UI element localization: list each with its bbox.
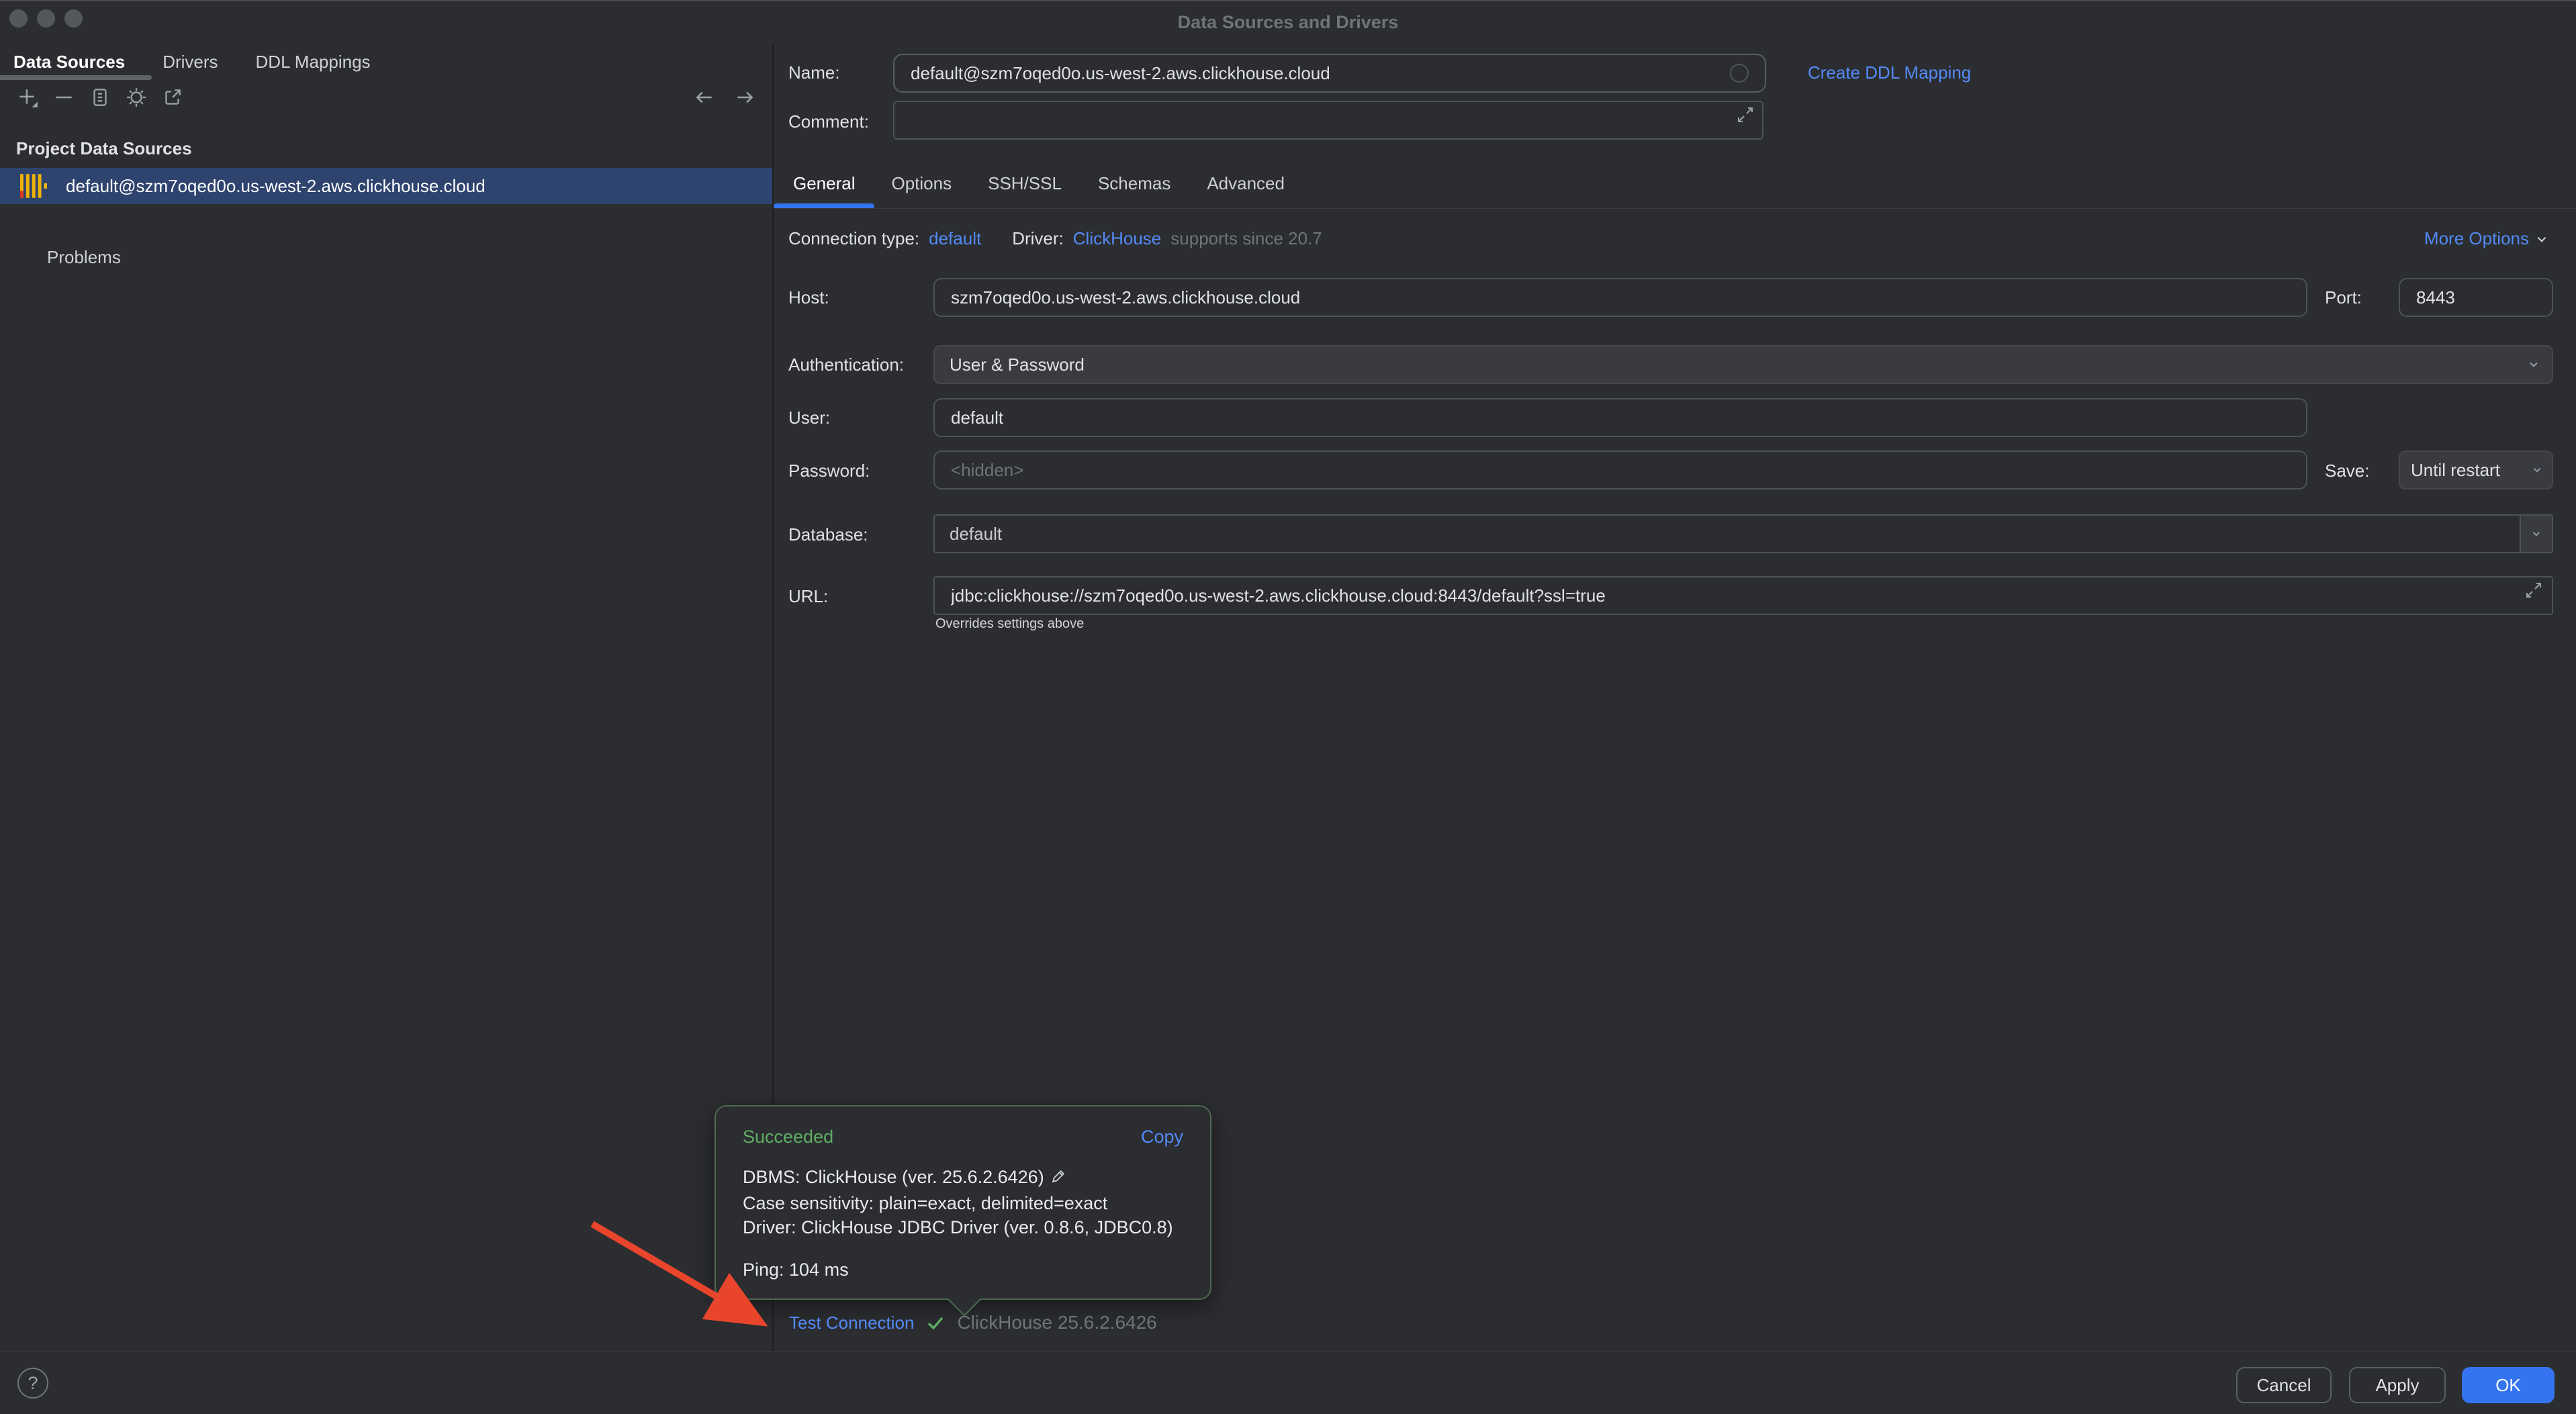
left-panel-tabs: Data Sources Drivers DDL Mappings <box>0 44 371 79</box>
expand-url-icon[interactable] <box>2524 580 2544 600</box>
name-sync-icon[interactable] <box>1730 64 1749 83</box>
cancel-button[interactable]: Cancel <box>2236 1367 2332 1403</box>
titlebar: Data Sources and Drivers <box>0 0 2576 44</box>
password-input[interactable] <box>933 451 2307 489</box>
save-label: Save: <box>2325 461 2370 481</box>
plus-icon[interactable] <box>16 86 39 109</box>
database-label: Database: <box>788 524 868 545</box>
driver-label: Driver: <box>1012 228 1064 249</box>
project-data-sources-header: Project Data Sources <box>16 138 192 159</box>
edit-pencil-icon[interactable] <box>1050 1169 1067 1189</box>
tab-data-sources[interactable]: Data Sources <box>13 52 125 73</box>
connection-type-row: Connection type: default Driver: ClickHo… <box>788 228 1322 249</box>
chevron-down-icon <box>2529 462 2545 478</box>
status-succeeded: Succeeded <box>743 1127 833 1147</box>
tab-advanced[interactable]: Advanced <box>1207 173 1285 194</box>
problems-item[interactable]: Problems <box>47 247 121 268</box>
url-label: URL: <box>788 586 828 607</box>
chevron-down-icon <box>2533 230 2550 248</box>
export-icon[interactable] <box>161 86 184 109</box>
test-connection-link[interactable]: Test Connection <box>789 1313 914 1333</box>
port-input[interactable] <box>2399 278 2553 317</box>
arrow-left-icon[interactable] <box>693 86 716 109</box>
save-select[interactable]: Until restart <box>2399 451 2553 489</box>
left-panel <box>0 44 772 1351</box>
name-input[interactable] <box>893 54 1766 93</box>
authentication-select[interactable]: User & Password <box>933 345 2553 384</box>
comment-label: Comment: <box>788 111 869 132</box>
tab-ssh-ssl[interactable]: SSH/SSL <box>988 173 1062 194</box>
database-combobox[interactable]: default <box>933 514 2553 553</box>
form-tabs-divider <box>774 208 2576 209</box>
apply-button[interactable]: Apply <box>2349 1367 2446 1403</box>
tab-drivers[interactable]: Drivers <box>163 52 218 73</box>
connection-status-text: ClickHouse 25.6.2.6426 <box>957 1312 1156 1333</box>
tab-schemas[interactable]: Schemas <box>1098 173 1170 194</box>
host-input[interactable] <box>933 278 2307 317</box>
password-label: Password: <box>788 461 870 481</box>
driver-line: Driver: ClickHouse JDBC Driver (ver. 0.8… <box>743 1215 1183 1239</box>
chevron-down-icon <box>2525 356 2542 373</box>
ping-line: Ping: 104 ms <box>716 1239 1210 1280</box>
history-nav <box>693 86 756 109</box>
chevron-down-icon[interactable] <box>2520 516 2552 552</box>
dbms-line: DBMS: ClickHouse (ver. 25.6.2.6426) <box>743 1165 1183 1191</box>
case-sensitivity-line: Case sensitivity: plain=exact, delimited… <box>743 1191 1183 1215</box>
host-label: Host: <box>788 287 829 308</box>
tab-general[interactable]: General <box>793 173 856 194</box>
active-tab-underline <box>0 75 152 80</box>
tab-ddl-mappings[interactable]: DDL Mappings <box>256 52 371 73</box>
driver-value-link[interactable]: ClickHouse <box>1073 228 1162 249</box>
tab-options[interactable]: Options <box>892 173 952 194</box>
gear-icon[interactable] <box>125 86 148 109</box>
port-label: Port: <box>2325 287 2362 308</box>
popup-notch <box>948 1282 982 1317</box>
user-input[interactable] <box>933 398 2307 437</box>
data-source-item-label: default@szm7oqed0o.us-west-2.aws.clickho… <box>66 176 486 197</box>
authentication-value: User & Password <box>950 355 1085 375</box>
help-icon[interactable]: ? <box>17 1368 48 1399</box>
url-input[interactable] <box>933 576 2553 615</box>
test-connection-result-popup: Succeeded Copy DBMS: ClickHouse (ver. 25… <box>715 1105 1211 1300</box>
ok-button[interactable]: OK <box>2462 1367 2555 1403</box>
data-source-list-item[interactable]: default@szm7oqed0o.us-west-2.aws.clickho… <box>0 168 772 204</box>
authentication-label: Authentication: <box>788 355 904 375</box>
copy-result-link[interactable]: Copy <box>1141 1127 1183 1147</box>
database-value: default <box>950 524 1002 545</box>
connection-type-value-link[interactable]: default <box>929 228 981 249</box>
name-label: Name: <box>788 62 840 83</box>
url-override-note: Overrides settings above <box>935 616 1084 632</box>
minus-icon[interactable] <box>52 86 75 109</box>
user-label: User: <box>788 408 830 428</box>
window-title: Data Sources and Drivers <box>0 12 2576 33</box>
connection-type-label: Connection type: <box>788 228 919 249</box>
footer-divider <box>0 1351 2576 1352</box>
arrow-right-icon[interactable] <box>733 86 756 109</box>
driver-support-note: supports since 20.7 <box>1170 228 1322 249</box>
save-value: Until restart <box>2411 460 2500 481</box>
form-tabs: General Options SSH/SSL Schemas Advanced <box>793 173 1285 194</box>
clickhouse-icon <box>20 174 47 198</box>
check-icon <box>925 1312 946 1333</box>
more-options-label: More Options <box>2424 228 2529 249</box>
copy-icon[interactable] <box>89 86 111 109</box>
left-toolbar <box>16 86 184 109</box>
more-options-link[interactable]: More Options <box>2424 228 2550 249</box>
create-ddl-mapping-link[interactable]: Create DDL Mapping <box>1808 62 1971 83</box>
comment-input[interactable] <box>893 101 1763 140</box>
expand-comment-icon[interactable] <box>1735 105 1755 125</box>
